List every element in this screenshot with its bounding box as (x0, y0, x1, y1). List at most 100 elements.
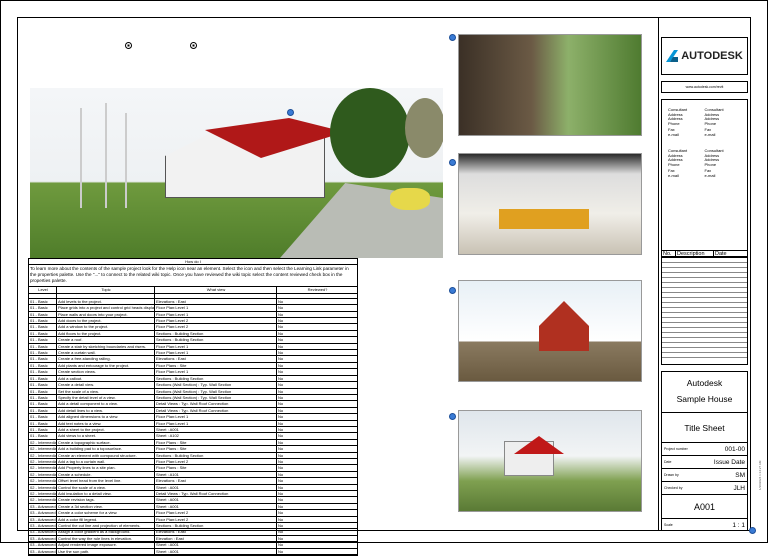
help-icon[interactable] (449, 159, 456, 166)
table-cell: Sections (Wall Section) : Typ. Wall Sect… (155, 382, 277, 388)
table-cell: 01 - Basic (29, 356, 57, 362)
table-cell: 02 - Intermediate (30, 471, 57, 478)
consultant-info: Consultant Address Address Phone Fax e-mail (705, 148, 742, 178)
help-icon[interactable] (449, 413, 456, 420)
table-row[interactable]: 03 - Advanced Use the sun path. Sheet : A0… (29, 548, 357, 556)
table-cell: Detail Views : Typ. Wall Roof Connection (155, 407, 277, 414)
help-icon[interactable] (449, 34, 456, 41)
table-cell: No (278, 465, 284, 471)
table-cell: Sections (Wall Section) : Typ. Wall Sect… (155, 388, 277, 394)
field-value: Issue Date (713, 458, 745, 466)
table-cell: Sheet : A001 (155, 548, 277, 555)
view-target-icon[interactable] (125, 42, 132, 49)
table-cell: Control the scale of a view. (57, 484, 155, 490)
exterior-rendering-viewport[interactable] (30, 88, 443, 258)
table-cell: No (278, 407, 284, 413)
table-cell: Floor Plan:Level 2 (155, 458, 277, 465)
table-cell: Floor Plan:Level 2 (155, 324, 277, 330)
table-cell: 01 - Basic (29, 433, 57, 439)
table-cell: No (278, 382, 284, 388)
table-cell: 03 - Advanced (30, 510, 57, 516)
table-cell: Create a schedule. (57, 471, 155, 478)
table-cell: Elevations : East (155, 478, 277, 484)
table-cell: 02 - Intermediate (30, 452, 57, 458)
table-cell: Create section views. (57, 369, 155, 375)
title-info: Autodesk Sample House Title Sheet Projec… (661, 371, 748, 531)
table-cell: Sections (Wall Section) : Typ. Wall Sect… (155, 394, 277, 401)
section-house (539, 301, 589, 351)
table-cell: Sheet : A001 (155, 426, 277, 433)
table-cell: No (278, 337, 284, 343)
company-name: Autodesk (686, 378, 723, 388)
field-value: JLH (733, 484, 745, 492)
table-cell: 01 - Basic (29, 324, 57, 330)
table-cell: Add a building pad to a toposurface. (57, 446, 155, 452)
table-cell: 02 - Intermediate (30, 446, 57, 452)
view-target-icon[interactable] (190, 42, 197, 49)
table-cell: 03 - Advanced (30, 542, 57, 548)
table-cell: Add detail lines to a view. (57, 407, 155, 414)
table-cell: Add a sheet to the project. (57, 426, 155, 433)
table-cell: No (278, 414, 284, 420)
table-cell: Elevations : East (155, 298, 277, 305)
revision-table[interactable]: No. Description Date (661, 250, 748, 365)
table-cell: Assign a color gradient as a background. (57, 529, 155, 535)
table-cell: Sections : Building Section (155, 452, 277, 458)
consultant-line: Phone (704, 120, 717, 126)
table-cell: No (278, 318, 284, 324)
table-cell: 02 - Intermediate (30, 497, 57, 503)
table-cell: Use the sun path. (57, 548, 155, 555)
table-cell: 01 - Basic (29, 382, 57, 388)
sheet-number: A001 (662, 494, 747, 518)
table-cell: 01 - Basic (29, 305, 57, 311)
consultant-info: Consultant Address Address Phone Fax e-mail (668, 148, 705, 178)
help-icon[interactable] (287, 109, 294, 116)
table-cell: Offset level head from the level line. (57, 478, 155, 484)
table-cell: 01 - Basic (29, 350, 57, 356)
table-cell: 01 - Basic (29, 394, 57, 401)
table-cell: No (278, 388, 284, 394)
table-cell: Sheet : A102 (155, 433, 277, 439)
exterior-rendering-2[interactable] (458, 410, 642, 512)
table-cell: No (278, 324, 284, 330)
table-cell: 01 - Basic (29, 318, 57, 324)
table-cell: 01 - Basic (29, 426, 57, 433)
table-cell: 02 - Intermediate (30, 491, 57, 497)
table-cell: 01 - Basic (29, 330, 57, 337)
table-cell: No (278, 369, 284, 375)
section-rendering[interactable] (458, 280, 642, 382)
table-cell: Floor Plans : Site (155, 362, 277, 369)
table-cell: Create a 3d section view. (57, 503, 155, 510)
table-cell: Floor Plan:Level 2 (155, 510, 277, 516)
table-cell: No (278, 471, 284, 477)
table-cell: 01 - Basic (29, 362, 57, 369)
table-cell: Floor Plans : Site (155, 446, 277, 452)
table-cell: Elevations : East (155, 529, 277, 535)
table-cell: 02 - Intermediate (30, 478, 57, 484)
consultant-line: e-mail (704, 131, 716, 137)
table-cell: 01 - Basic (29, 369, 57, 375)
interior-rendering-2[interactable] (458, 153, 642, 255)
table-cell: Add a color fill legend. (57, 516, 155, 523)
table-cell: Create a free-standing railing. (57, 356, 155, 362)
help-icon[interactable] (749, 527, 756, 534)
how-do-i-schedule[interactable]: How do I To learn more about the content… (28, 258, 358, 556)
website-url: www.autodesk.com/revit (661, 81, 748, 93)
title-field: Checked by JLH (662, 481, 747, 494)
table-cell: No (278, 529, 284, 535)
help-icon[interactable] (449, 287, 456, 294)
table-cell: Add plants and entourage to the project. (57, 362, 155, 369)
table-cell: No (278, 420, 284, 426)
interior-rendering-1[interactable] (458, 34, 642, 136)
table-cell: Floor Plan:Level 1 (155, 420, 277, 426)
scale-field: Scale 1 : 1 (662, 518, 747, 531)
table-cell: Place grids into a project and control g… (58, 305, 155, 311)
table-cell: Floor Plans : Site (155, 439, 277, 446)
table-cell: Add levels to the project. (57, 298, 155, 305)
table-cell: Sections : Building Section (155, 337, 277, 343)
table-cell: Create revision tags. (57, 497, 155, 503)
table-cell: 01 - Basic (29, 407, 57, 414)
table-cell: 01 - Basic (29, 420, 57, 426)
table-cell: Sheet : A001 (155, 542, 277, 548)
field-label: Drawn by (664, 473, 679, 477)
